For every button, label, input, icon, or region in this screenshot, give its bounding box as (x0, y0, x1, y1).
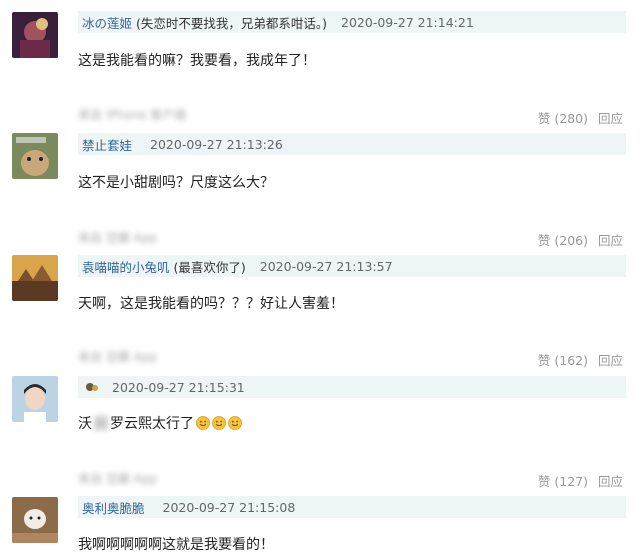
avatar[interactable] (12, 133, 58, 179)
comment-header: 袁喵喵的小兔叽 (最喜欢你了) 2020-09-27 21:13:57 (78, 255, 626, 277)
like-button[interactable]: 赞 (127) (538, 474, 588, 489)
source-label: 来自 豆瓣 App (78, 350, 158, 364)
comment-header: 2020-09-27 21:15:31 (78, 376, 626, 398)
reply-button[interactable]: 回应 (598, 474, 623, 489)
comment-text-start: 沃 (78, 416, 92, 432)
user-note: (最喜欢你了) (173, 259, 246, 275)
comment-text: 沃 罗云熙太行了 (78, 413, 242, 433)
comment-actions: 赞 (280) 回应 (538, 108, 623, 127)
reply-button[interactable]: 回应 (598, 353, 623, 368)
comment-text: 我啊啊啊啊啊这就是我要看的！ (78, 537, 274, 553)
comment-actions: 赞 (206) 回应 (538, 230, 623, 249)
smiley-emoji-icon (196, 416, 210, 430)
reply-button[interactable]: 回应 (598, 111, 623, 126)
comment-header: 禁止套娃 2020-09-27 21:13:26 (78, 133, 626, 155)
comment-text: 这是我能看的嘛？我要看，我成年了！ (78, 53, 316, 69)
username-link[interactable]: 冰の莲姬 (82, 13, 132, 32)
reply-button[interactable]: 回应 (598, 233, 623, 248)
comment-actions: 赞 (127) 回应 (538, 471, 623, 490)
username-link[interactable]: 袁喵喵的小兔叽 (82, 257, 170, 276)
comment-header: 奥利奥脆脆 2020-09-27 21:15:08 (78, 496, 626, 518)
comment-text: 天啊，这是我能看的吗？？？好让人害羞！ (78, 296, 344, 312)
avatar[interactable] (12, 12, 58, 58)
username-link[interactable]: 奥利奥脆脆 (82, 498, 145, 517)
comment-header: 冰の莲姬 (失恋时不要找我，兄弟都系咁话。) 2020-09-27 21:14:… (78, 11, 626, 33)
like-button[interactable]: 赞 (280) (538, 111, 588, 126)
timestamp: 2020-09-27 21:15:31 (112, 379, 245, 395)
username-link[interactable]: 禁止套娃 (82, 135, 132, 154)
timestamp: 2020-09-27 21:13:26 (150, 136, 283, 152)
smiley-emoji-icon (212, 416, 226, 430)
censored-word (94, 416, 108, 430)
avatar[interactable] (12, 497, 58, 543)
timestamp: 2020-09-27 21:15:08 (162, 499, 296, 515)
source-label: 来自 豆瓣 App (78, 231, 158, 245)
like-button[interactable]: 赞 (162) (538, 353, 588, 368)
comment-text-end: 罗云熙太行了 (110, 416, 194, 432)
comment-actions: 赞 (162) 回应 (538, 350, 623, 369)
timestamp: 2020-09-27 21:14:21 (341, 14, 474, 30)
like-button[interactable]: 赞 (206) (538, 233, 588, 248)
user-note: (失恋时不要找我，兄弟都系咁话。) (136, 15, 328, 31)
avatar[interactable] (12, 376, 58, 422)
user-badge-icon[interactable] (84, 379, 100, 395)
timestamp: 2020-09-27 21:13:57 (259, 258, 393, 274)
smiley-emoji-icon (228, 416, 242, 430)
source-label: 来自 iPhone 客户端 (78, 108, 187, 122)
source-label: 来自 豆瓣 App (78, 472, 158, 486)
comment-text: 这不是小甜剧吗？尺度这么大？ (78, 175, 274, 191)
avatar[interactable] (12, 255, 58, 301)
